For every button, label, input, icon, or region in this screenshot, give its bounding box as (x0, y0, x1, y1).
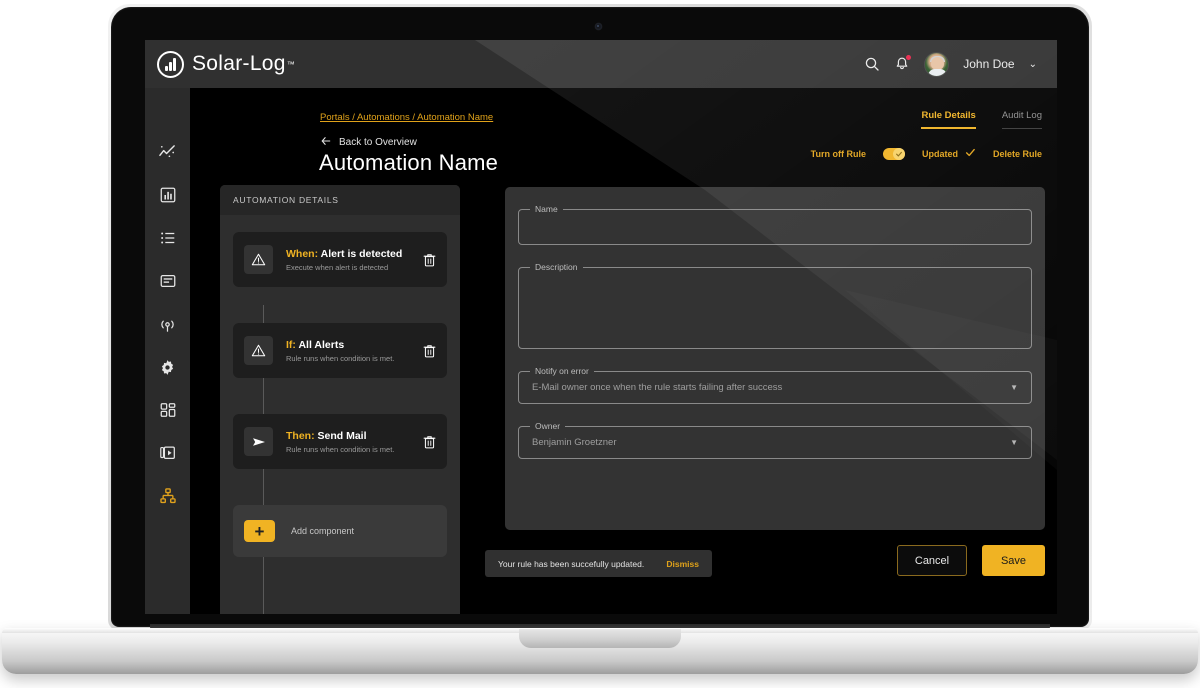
rule-actions-bar: Turn off Rule Updated Delete Rule (811, 145, 1042, 163)
trash-icon[interactable] (423, 344, 436, 358)
add-component-card[interactable]: + Add component (233, 505, 447, 557)
snackbar-notification: Your rule has been succefully updated. D… (485, 550, 712, 577)
chevron-down-icon[interactable]: ▼ (1010, 438, 1018, 447)
brand-name: Solar-Log (192, 52, 286, 76)
flow-card-if-text: If: All Alerts Rule runs when condition … (286, 339, 423, 363)
flow-card-when-name: Alert is detected (321, 248, 403, 260)
tab-audit-log[interactable]: Audit Log (1002, 110, 1042, 129)
owner-label: Owner (530, 421, 565, 431)
check-icon (895, 150, 903, 158)
avatar[interactable] (924, 52, 949, 77)
back-to-overview-link[interactable]: Back to Overview (321, 136, 417, 149)
delete-rule-button[interactable]: Delete Rule (993, 149, 1042, 159)
flow-card-if-subtitle: Rule runs when condition is met. (286, 354, 423, 363)
send-paper-plane-icon (244, 427, 273, 456)
updated-status-label: Updated (922, 149, 958, 159)
brand-logo-area[interactable]: Solar-Log ™ (157, 51, 295, 78)
warning-triangle-icon (244, 336, 273, 365)
plus-icon[interactable]: + (244, 520, 275, 542)
automation-details-panel: AUTOMATION DETAILS When: (220, 185, 460, 614)
notify-on-error-value: E-Mail owner once when the rule starts f… (532, 382, 1010, 393)
sidebar-item-bar-chart[interactable] (156, 183, 180, 207)
owner-select[interactable]: Owner Benjamin Groetzner ▼ (518, 426, 1032, 459)
sidebar-item-list[interactable] (156, 226, 180, 250)
flow-card-when[interactable]: When: Alert is detected Execute when ale… (233, 232, 447, 287)
avatar-shirt (928, 69, 947, 76)
flow-card-if-title: If: All Alerts (286, 339, 423, 351)
turn-off-rule-toggle[interactable] (883, 148, 905, 160)
brand-trademark: ™ (287, 60, 295, 69)
flow-card-then-text: Then: Send Mail Rule runs when condition… (286, 430, 423, 454)
save-button[interactable]: Save (982, 545, 1045, 576)
name-field[interactable]: Name (518, 209, 1032, 245)
trash-icon[interactable] (423, 253, 436, 267)
notify-on-error-select[interactable]: Notify on error E-Mail owner once when t… (518, 371, 1032, 404)
chevron-down-icon[interactable]: ⌄ (1029, 59, 1037, 70)
user-name-label[interactable]: John Doe (963, 57, 1014, 71)
notify-on-error-label: Notify on error (530, 366, 594, 376)
automation-details-header: AUTOMATION DETAILS (220, 185, 460, 215)
automation-flow-list: When: Alert is detected Execute when ale… (220, 215, 460, 574)
notification-badge (906, 55, 911, 60)
app-top-bar: Solar-Log ™ (145, 40, 1057, 88)
name-field-label: Name (530, 204, 563, 214)
avatar-face (931, 57, 944, 70)
laptop-camera (595, 23, 602, 30)
breadcrumb[interactable]: Portals / Automations / Automation Name (320, 112, 493, 123)
flow-card-then-subtitle: Rule runs when condition is met. (286, 445, 423, 454)
sidebar-item-hierarchy-network[interactable] (156, 484, 180, 508)
flow-card-when-subtitle: Execute when alert is detected (286, 263, 423, 272)
sidebar-item-media-player[interactable] (156, 441, 180, 465)
owner-value: Benjamin Groetzner (532, 437, 1010, 448)
laptop-notch (519, 629, 681, 648)
solar-log-logo-icon (157, 51, 184, 78)
flow-card-then-title: Then: Send Mail (286, 430, 423, 442)
description-field[interactable]: Description (518, 267, 1032, 349)
rule-form-panel: Name Description Notify on error E-Mail … (505, 187, 1045, 530)
flow-card-then[interactable]: Then: Send Mail Rule runs when condition… (233, 414, 447, 469)
warning-triangle-icon (244, 245, 273, 274)
flow-card-when-keyword: When: (286, 248, 318, 260)
arrow-left-icon (321, 136, 331, 149)
bell-icon[interactable] (894, 56, 910, 72)
flow-card-if-keyword: If: (286, 339, 296, 351)
back-to-overview-label: Back to Overview (339, 137, 417, 148)
tab-rule-details[interactable]: Rule Details (921, 110, 975, 129)
sidebar-item-gear-settings[interactable] (156, 355, 180, 379)
laptop-mockup: Solar-Log ™ (0, 0, 1200, 688)
flow-card-then-keyword: Then: (286, 430, 315, 442)
topbar-actions: John Doe ⌄ (864, 52, 1037, 77)
cancel-button[interactable]: Cancel (897, 545, 967, 576)
snackbar-dismiss-button[interactable]: Dismiss (666, 559, 699, 569)
description-field-label: Description (530, 262, 583, 272)
flow-card-if[interactable]: If: All Alerts Rule runs when condition … (233, 323, 447, 378)
app-sidebar (145, 88, 190, 614)
flow-card-when-text: When: Alert is detected Execute when ale… (286, 248, 423, 272)
sidebar-item-card-panel[interactable] (156, 269, 180, 293)
flow-card-when-title: When: Alert is detected (286, 248, 423, 260)
sidebar-item-broadcast-signal[interactable] (156, 312, 180, 336)
turn-off-rule-label: Turn off Rule (811, 149, 866, 159)
flow-card-then-name: Send Mail (318, 430, 367, 442)
screen-content: Solar-Log ™ (145, 40, 1057, 614)
add-component-label: Add component (291, 526, 354, 536)
tab-bar: Rule Details Audit Log (921, 110, 1042, 129)
page-title: Automation Name (319, 150, 498, 176)
flow-card-if-name: All Alerts (298, 339, 344, 351)
sidebar-item-trending-analytics[interactable] (156, 140, 180, 164)
snackbar-message: Your rule has been succefully updated. (498, 559, 666, 569)
sidebar-item-dashboard-grid[interactable] (156, 398, 180, 422)
chevron-down-icon[interactable]: ▼ (1010, 383, 1018, 392)
search-icon[interactable] (864, 56, 880, 72)
toggle-knob (893, 148, 905, 160)
trash-icon[interactable] (423, 435, 436, 449)
updated-check-icon (965, 145, 976, 163)
